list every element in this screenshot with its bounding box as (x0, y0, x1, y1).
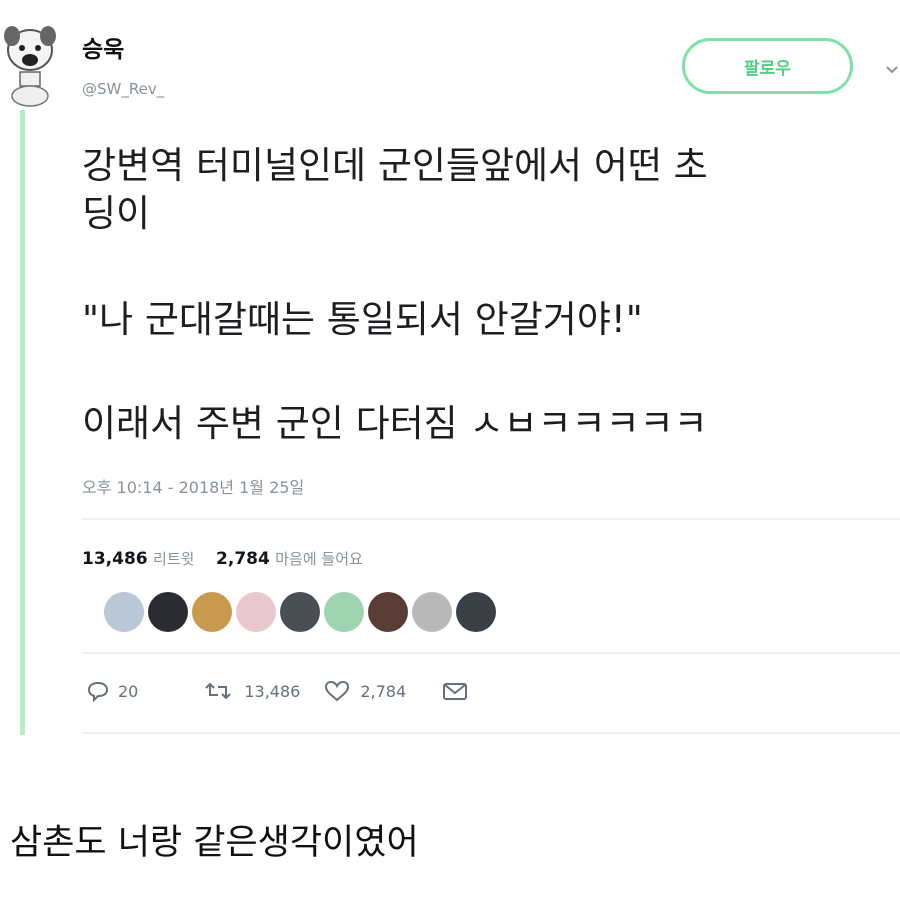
liker-avatars (104, 592, 496, 634)
tweet-stats: 13,486 리트윗 2,784 마음에 들어요 (82, 548, 363, 569)
retweets-label[interactable]: 리트윗 (153, 550, 194, 568)
tweet-text-line: "나 군대갈때는 통일되서 안갈거야!" (82, 298, 643, 341)
user-handle[interactable]: @SW_Rev_ (82, 80, 164, 98)
liker-avatar[interactable] (412, 592, 452, 632)
message-action[interactable] (442, 681, 468, 701)
liker-avatar[interactable] (324, 592, 364, 632)
retweet-icon (205, 682, 232, 700)
liker-avatar[interactable] (236, 592, 276, 632)
retweet-action[interactable]: 13,486 (204, 680, 300, 702)
retweet-count: 13,486 (244, 681, 301, 701)
tweet-text-line: 이래서 주변 군인 다터짐 ㅅㅂㅋㅋㅋㅋㅋ (82, 402, 708, 445)
retweets-count[interactable]: 13,486 (82, 549, 148, 569)
tweet-text-line: 딩이 (82, 192, 151, 235)
divider (82, 652, 900, 654)
display-name[interactable]: 승욱 (82, 30, 124, 64)
reply-action[interactable]: 20 (86, 680, 138, 702)
liker-avatar[interactable] (192, 592, 232, 632)
envelope-icon (443, 683, 468, 700)
likes-count[interactable]: 2,784 (216, 549, 270, 569)
liker-avatar[interactable] (104, 592, 144, 632)
divider (82, 518, 900, 520)
like-count: 2,784 (360, 681, 407, 701)
liker-avatar[interactable] (368, 592, 408, 632)
thread-line (20, 110, 25, 735)
chevron-down-icon[interactable] (884, 62, 900, 78)
tweet-actions: 20 13,486 2,784 (86, 676, 468, 706)
like-action[interactable]: 2,784 (324, 680, 406, 702)
user-avatar[interactable] (0, 22, 60, 108)
heart-icon (325, 680, 350, 702)
likes-label[interactable]: 마음에 들어요 (275, 550, 363, 568)
dog-avatar-icon (4, 26, 56, 107)
divider (82, 732, 900, 734)
liker-avatar[interactable] (148, 592, 188, 632)
reply-count: 20 (118, 681, 139, 701)
tweet-text-line: 강변역 터미널인데 군인들앞에서 어떤 초 (82, 144, 708, 187)
tweet-timestamp[interactable]: 오후 10:14 - 2018년 1월 25일 (82, 474, 304, 498)
liker-avatar[interactable] (280, 592, 320, 632)
liker-avatar[interactable] (456, 592, 496, 632)
reply-icon (87, 681, 109, 702)
caption-text: 삼촌도 너랑 같은생각이였어 (10, 823, 419, 863)
follow-button[interactable]: 팔로우 (682, 38, 853, 94)
